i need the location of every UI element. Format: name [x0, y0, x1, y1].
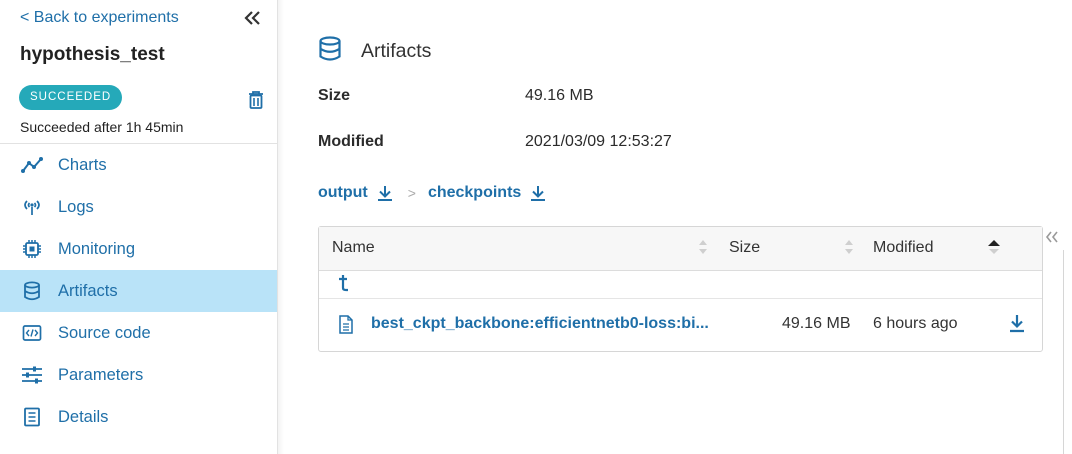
sidebar-item-label: Logs — [58, 197, 94, 216]
status-duration-text: Succeeded after 1h 45min — [20, 119, 184, 135]
sort-icon[interactable] — [844, 238, 854, 256]
breadcrumb-output[interactable]: output — [318, 184, 394, 202]
sidebar-nav: Charts Logs Monitoring Artifacts Source … — [0, 144, 277, 438]
sidebar-item-label: Details — [58, 407, 109, 426]
sidebar-item-artifacts[interactable]: Artifacts — [0, 270, 277, 312]
modified-label: Modified — [318, 133, 384, 150]
file-modified: 6 hours ago — [873, 315, 958, 332]
size-label: Size — [318, 87, 351, 104]
table-row[interactable]: best_ckpt_backbone:efficientnetb0-loss:b… — [319, 299, 1042, 351]
trash-icon[interactable] — [247, 90, 265, 110]
expand-panel-icon[interactable] — [1045, 230, 1059, 249]
sidebar-item-label: Charts — [58, 155, 107, 174]
sidebar-item-source-code[interactable]: Source code — [0, 312, 277, 354]
file-name-link[interactable]: best_ckpt_backbone:efficientnetb0-loss:b… — [371, 315, 716, 333]
collapse-sidebar-icon[interactable] — [243, 8, 263, 28]
database-icon — [20, 279, 44, 303]
sidebar-item-parameters[interactable]: Parameters — [0, 354, 277, 396]
sidebar-item-monitoring[interactable]: Monitoring — [0, 228, 277, 270]
panel-divider — [1063, 250, 1064, 454]
back-to-experiments-link[interactable]: < Back to experiments — [20, 9, 179, 27]
table-header: Name Size Modified — [319, 227, 1042, 271]
cpu-chip-icon — [20, 237, 44, 261]
sidebar-item-label: Source code — [58, 323, 151, 342]
file-size: 49.16 MB — [782, 315, 851, 332]
sort-icon[interactable] — [698, 238, 708, 256]
code-icon — [20, 321, 44, 345]
download-icon — [377, 186, 392, 201]
artifacts-panel: Artifacts Size 49.16 MB Modified 2021/03… — [284, 0, 1072, 454]
breadcrumb-separator: > — [407, 185, 416, 201]
file-icon — [338, 315, 354, 339]
status-badge: SUCCEEDED — [19, 85, 123, 110]
sidebar-item-label: Monitoring — [58, 239, 136, 258]
artifacts-table: Name Size Modified best_ckpt_backbone:ef… — [318, 226, 1043, 352]
size-value: 49.16 MB — [525, 87, 594, 104]
parent-directory-icon[interactable] — [337, 274, 351, 297]
breadcrumb-label: output — [318, 184, 368, 201]
broadcast-icon — [20, 195, 44, 219]
parent-directory-row[interactable] — [319, 271, 1042, 299]
column-header-size[interactable]: Size — [729, 239, 760, 257]
experiment-name: hypothesis_test — [20, 44, 165, 65]
sidebar-item-label: Parameters — [58, 365, 144, 384]
sliders-icon — [20, 363, 44, 387]
modified-value: 2021/03/09 12:53:27 — [525, 133, 672, 150]
sidebar-item-details[interactable]: Details — [0, 396, 277, 438]
download-icon — [531, 186, 546, 201]
download-icon[interactable] — [1007, 313, 1027, 338]
sidebar: < Back to experiments hypothesis_test SU… — [0, 0, 278, 454]
breadcrumb-label: checkpoints — [427, 184, 522, 201]
column-header-name[interactable]: Name — [332, 239, 375, 257]
sort-ascending-icon[interactable] — [987, 238, 1001, 256]
column-header-modified[interactable]: Modified — [873, 239, 933, 257]
breadcrumb-checkpoints[interactable]: checkpoints — [428, 184, 547, 202]
chart-line-icon — [20, 153, 44, 177]
page-title: Artifacts — [361, 40, 432, 62]
sidebar-item-charts[interactable]: Charts — [0, 144, 277, 186]
artifacts-header: Artifacts — [318, 36, 431, 67]
document-list-icon — [20, 405, 44, 429]
sidebar-item-logs[interactable]: Logs — [0, 186, 277, 228]
database-icon — [318, 36, 342, 67]
breadcrumb: output > checkpoints — [318, 184, 547, 202]
sidebar-item-label: Artifacts — [58, 281, 118, 300]
